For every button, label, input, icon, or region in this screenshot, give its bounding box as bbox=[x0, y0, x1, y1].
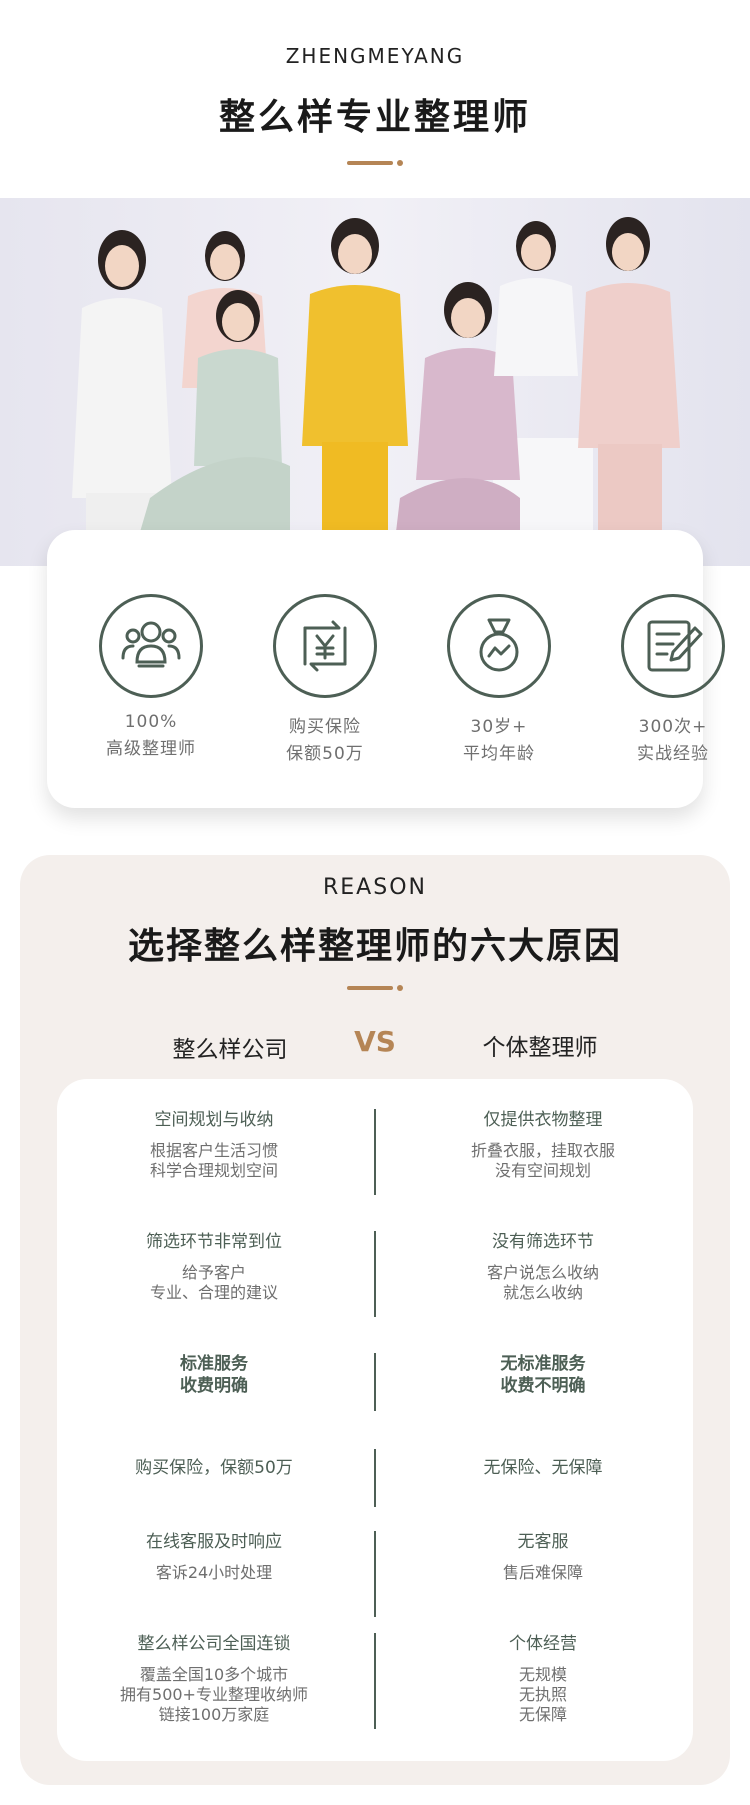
company-cell: 整么样公司全国连锁 覆盖全国10多个城市 拥有500+专业整理收纳师 链接100… bbox=[64, 1633, 364, 1725]
individual-detail: 折叠衣服，挂取衣服 bbox=[470, 1141, 615, 1160]
row-separator bbox=[374, 1109, 376, 1195]
individual-cell: 无标准服务 收费不明确 bbox=[393, 1353, 693, 1397]
individual-cell: 没有筛选环节 客户说怎么收纳 就怎么收纳 bbox=[393, 1231, 693, 1303]
individual-point: 仅提供衣物整理 bbox=[483, 1110, 603, 1130]
stat-label: 实战经验 bbox=[637, 744, 709, 764]
stat-experience: 300次+ 实战经验 bbox=[598, 594, 748, 764]
individual-cell: 无保险、无保障 bbox=[393, 1457, 693, 1479]
stat-label: 平均年龄 bbox=[463, 744, 535, 764]
row-separator bbox=[374, 1449, 376, 1507]
page-header: ZHENGMEYANG 整么样专业整理师 bbox=[0, 0, 750, 198]
stat-value: 30岁+ bbox=[470, 717, 528, 737]
people-icon bbox=[99, 594, 203, 698]
page-title: 整么样专业整理师 bbox=[218, 97, 531, 138]
reason-title: 选择整么样整理师的六大原因 bbox=[127, 926, 622, 967]
individual-detail: 售后难保障 bbox=[502, 1563, 583, 1582]
reason-eyebrow: REASON bbox=[323, 875, 427, 900]
company-cell: 购买保险，保额50万 bbox=[64, 1457, 364, 1479]
row-separator bbox=[374, 1353, 376, 1411]
stat-label: 高级整理师 bbox=[106, 739, 196, 759]
company-point: 整么样公司全国连锁 bbox=[137, 1634, 291, 1654]
company-cell: 标准服务 收费明确 bbox=[64, 1353, 364, 1397]
row-separator bbox=[374, 1531, 376, 1617]
company-cell: 空间规划与收纳 根据客户生活习惯 科学合理规划空间 bbox=[64, 1109, 364, 1181]
reason-divider bbox=[347, 985, 403, 991]
individual-cell: 无客服 售后难保障 bbox=[393, 1531, 693, 1583]
individual-point: 无客服 bbox=[517, 1532, 569, 1552]
vs-badge: VS bbox=[354, 1025, 396, 1058]
company-detail: 科学合理规划空间 bbox=[149, 1161, 278, 1180]
individual-point-line2: 收费不明确 bbox=[500, 1376, 586, 1396]
notepad-pen-icon bbox=[621, 594, 725, 698]
individual-label: 个体整理师 bbox=[482, 1035, 598, 1061]
company-detail: 客诉24小时处理 bbox=[155, 1563, 273, 1582]
company-cell: 筛选环节非常到位 给予客户 专业、合理的建议 bbox=[64, 1231, 364, 1303]
company-point: 在线客服及时响应 bbox=[146, 1532, 282, 1552]
company-point: 筛选环节非常到位 bbox=[146, 1232, 282, 1252]
stat-senior-organizers: 100% 高级整理师 bbox=[76, 594, 226, 759]
individual-point: 无保险、无保障 bbox=[483, 1458, 603, 1478]
individual-detail: 无保障 bbox=[518, 1705, 567, 1724]
individual-point: 没有筛选环节 bbox=[492, 1232, 594, 1252]
team-photo-illustration bbox=[72, 217, 680, 566]
individual-cell: 个体经营 无规模 无执照 无保障 bbox=[393, 1633, 693, 1725]
individual-cell: 仅提供衣物整理 折叠衣服，挂取衣服 没有空间规划 bbox=[393, 1109, 693, 1181]
stat-value: 300次+ bbox=[638, 717, 708, 737]
stat-insurance: 购买保险 保额50万 bbox=[250, 594, 400, 764]
company-point: 购买保险，保额50万 bbox=[135, 1458, 293, 1478]
company-detail: 拥有500+专业整理收纳师 bbox=[120, 1685, 308, 1704]
company-label: 整么样公司 bbox=[172, 1037, 288, 1063]
row-separator bbox=[374, 1633, 376, 1729]
yuan-exchange-icon bbox=[273, 594, 377, 698]
company-detail: 覆盖全国10多个城市 bbox=[139, 1665, 289, 1684]
stats-card: 100% 高级整理师 购买保险 保额50万 30岁+ 平均年龄 300次+ 实战… bbox=[47, 530, 725, 808]
stat-average-age: 30岁+ 平均年龄 bbox=[424, 594, 574, 764]
title-divider bbox=[347, 160, 403, 166]
individual-detail: 无规模 bbox=[518, 1665, 567, 1684]
individual-detail: 客户说怎么收纳 bbox=[486, 1263, 599, 1282]
comparison-table: 空间规划与收纳 根据客户生活习惯 科学合理规划空间 仅提供衣物整理 折叠衣服，挂… bbox=[57, 1079, 693, 1761]
individual-point: 个体经营 bbox=[509, 1634, 577, 1654]
stat-value: 购买保险 bbox=[289, 717, 361, 737]
company-detail: 给予客户 bbox=[181, 1263, 246, 1282]
individual-point: 无标准服务 bbox=[500, 1354, 586, 1374]
individual-detail: 就怎么收纳 bbox=[502, 1283, 583, 1302]
company-detail: 专业、合理的建议 bbox=[149, 1283, 278, 1302]
stat-label: 保额50万 bbox=[286, 744, 364, 764]
company-detail: 根据客户生活习惯 bbox=[149, 1141, 278, 1160]
company-point-line2: 收费明确 bbox=[180, 1376, 248, 1396]
row-separator bbox=[374, 1231, 376, 1317]
company-point: 空间规划与收纳 bbox=[154, 1110, 274, 1130]
individual-detail: 无执照 bbox=[518, 1685, 567, 1704]
company-detail: 链接100万家庭 bbox=[158, 1705, 270, 1724]
stat-value: 100% bbox=[124, 712, 178, 732]
company-point: 标准服务 bbox=[180, 1354, 248, 1374]
header-eyebrow: ZHENGMEYANG bbox=[285, 44, 465, 68]
reason-section: REASON 选择整么样整理师的六大原因 整么样公司 VS 个体整理师 空间规划… bbox=[20, 855, 730, 1785]
team-photo bbox=[0, 198, 750, 566]
individual-detail: 没有空间规划 bbox=[494, 1161, 591, 1180]
company-cell: 在线客服及时响应 客诉24小时处理 bbox=[64, 1531, 364, 1583]
medal-icon bbox=[447, 594, 551, 698]
